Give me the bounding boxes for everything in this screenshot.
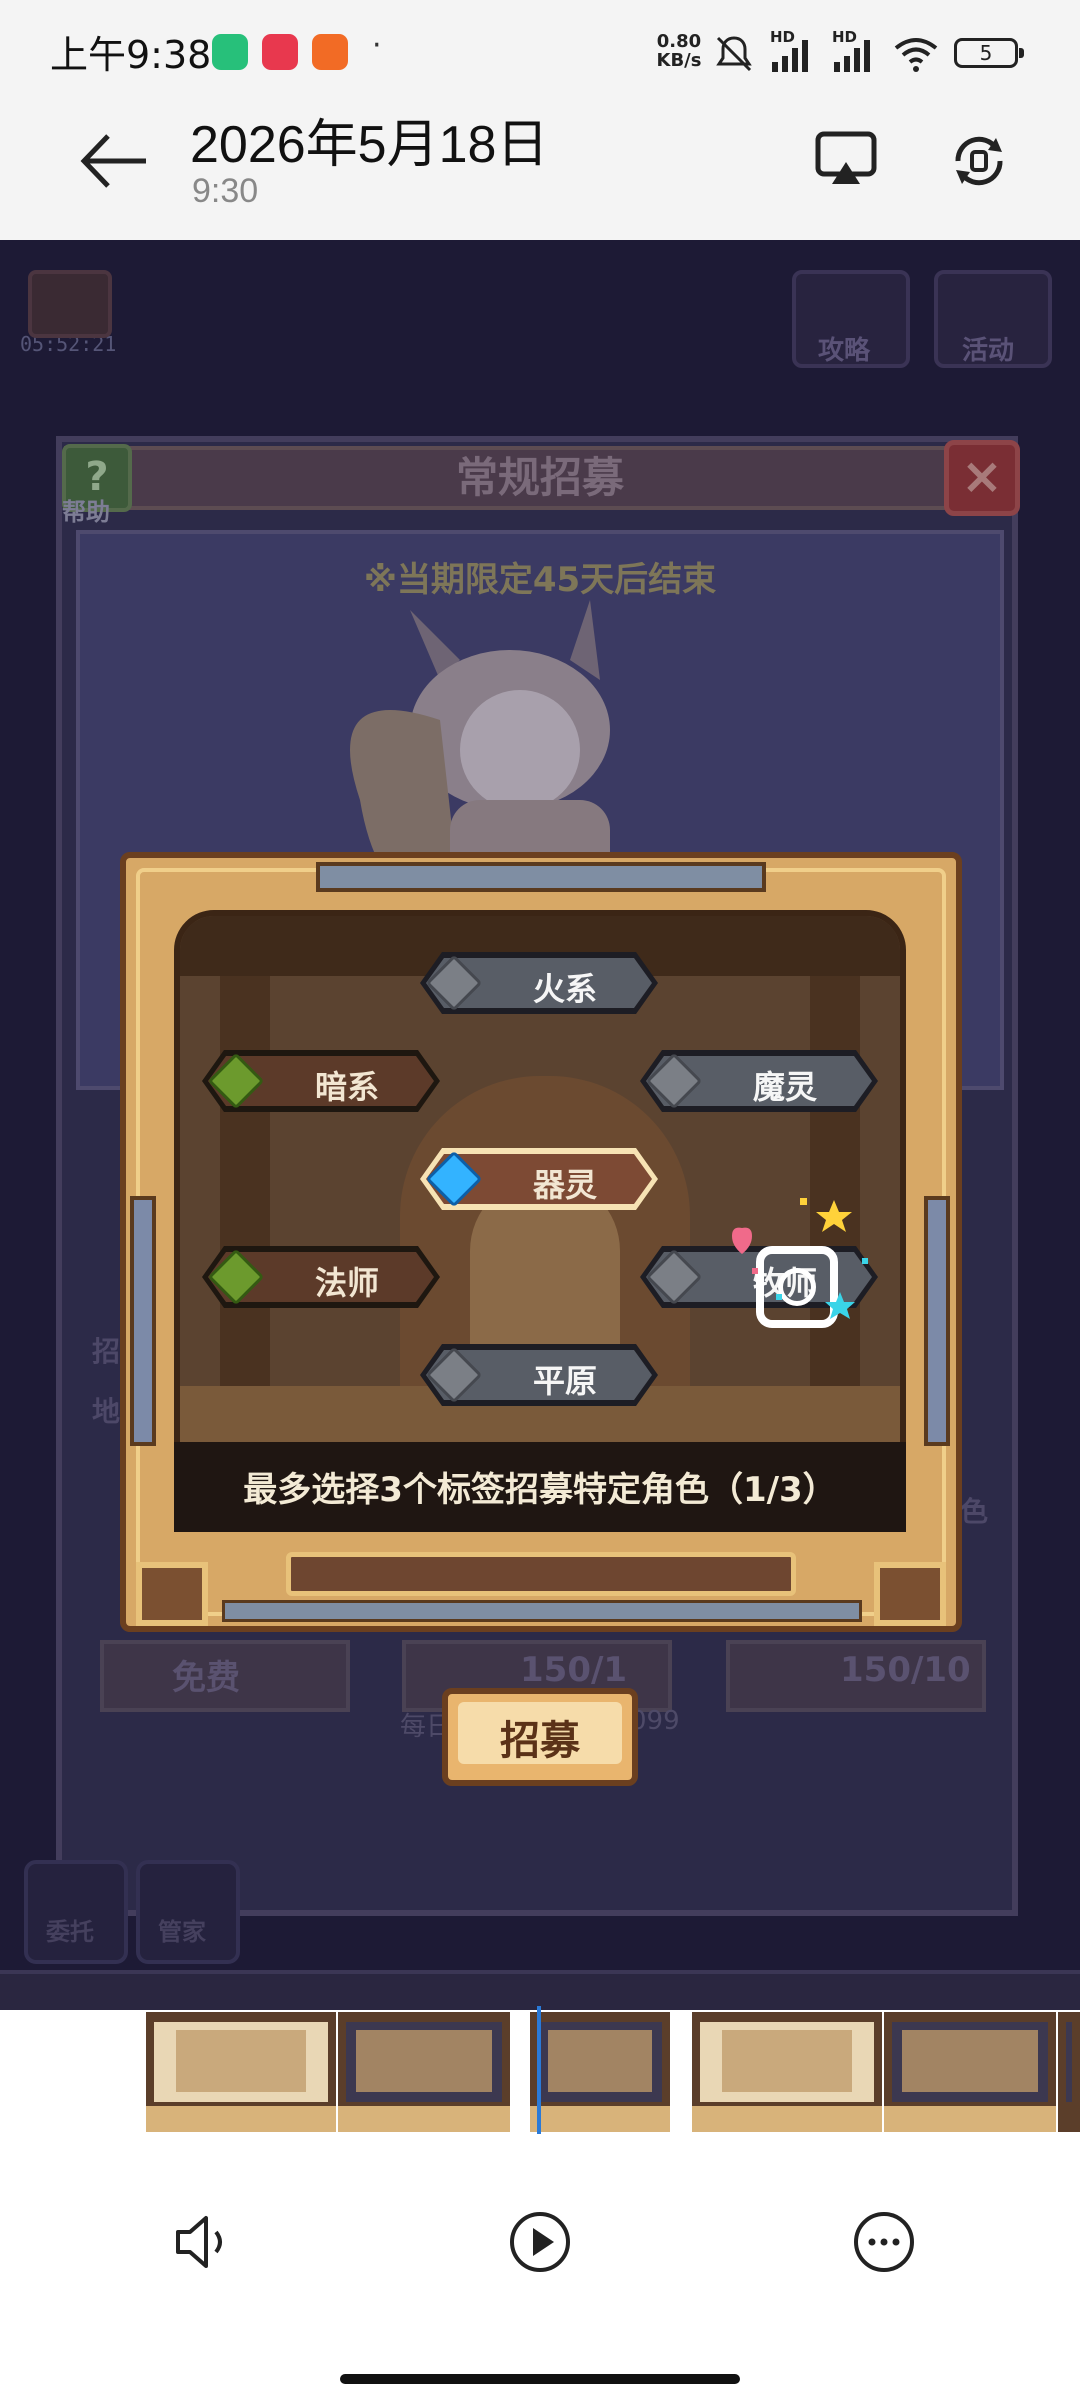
battery-icon: 5 [954, 38, 1024, 68]
security-app-icon [212, 34, 248, 70]
tag-fire-label: 火系 [532, 970, 597, 1008]
back-button[interactable] [76, 130, 152, 192]
tag-spirit[interactable]: 魔灵 [640, 1050, 878, 1112]
tag-mage-label: 法师 [314, 1264, 379, 1302]
sparkle-icon [732, 1198, 868, 1319]
tag-dark[interactable]: 暗系 [202, 1050, 440, 1112]
more-icon [854, 2212, 914, 2272]
viewer-header: 2026年5月18日 9:30 [0, 100, 1080, 240]
event-label: 活动 [962, 336, 1015, 366]
commission-label: 委托 [46, 1918, 94, 1946]
dialog-top-ornament [316, 862, 766, 892]
status-time: 上午9:38 [50, 33, 212, 77]
playhead[interactable] [537, 2006, 541, 2134]
dialog-left-pillar [130, 1196, 156, 1446]
dialog-bottom-ornament [222, 1600, 862, 1622]
dialog-corner-left [136, 1562, 208, 1626]
guide-label: 攻略 [818, 336, 871, 366]
side-label-2: 地 [92, 1395, 121, 1428]
close-button[interactable]: × [944, 440, 1020, 516]
more-button[interactable] [852, 2210, 916, 2274]
dialog-corner-right [874, 1562, 946, 1626]
tag-fire[interactable]: 火系 [420, 952, 658, 1014]
network-speed-value: 0.80 [656, 31, 702, 52]
shopping-app-icon [262, 34, 298, 70]
wifi-icon [894, 38, 938, 72]
volume-icon [176, 2216, 222, 2268]
tag-select-prompt: 最多选择3个标签招募特定角色（1/3） [243, 1470, 837, 1510]
play-icon [510, 2212, 570, 2272]
frame-thumbnail [692, 2012, 882, 2132]
frame-thumbnail [1058, 2012, 1080, 2132]
tag-dark-label: 暗系 [314, 1068, 379, 1106]
status-bar: 上午9:38 · 0.80 KB/s HD HD 5 [0, 0, 1080, 100]
more-notifications-dot: · [372, 28, 382, 63]
tag-spirit-label: 魔灵 [752, 1068, 817, 1106]
network-speed: 0.80 KB/s [652, 32, 706, 70]
cast-button[interactable] [814, 128, 878, 192]
mute-icon [716, 36, 752, 72]
dialog-bottom-bar [286, 1552, 796, 1596]
signal-icon-2 [834, 40, 870, 72]
network-speed-unit: KB/s [656, 50, 702, 71]
recruit-button-label: 招募 [500, 1718, 580, 1764]
side-label-3: 色 [960, 1495, 989, 1528]
recruit-panel-title: 常规招募 [455, 453, 624, 502]
media-date-title: 2026年5月18日 [190, 116, 549, 174]
dialog-right-pillar [924, 1196, 950, 1446]
arrow-left-icon [80, 134, 146, 188]
signal-icon-1 [772, 40, 808, 72]
frame-thumbnail [884, 2012, 1056, 2132]
video-app-icon [312, 34, 348, 70]
play-button[interactable] [508, 2210, 572, 2274]
tag-artifact-label: 器灵 [532, 1166, 597, 1204]
tag-artifact-selected[interactable]: 器灵 [420, 1148, 658, 1210]
single-recruit-cost: 150/1 [520, 1650, 628, 1690]
side-label-1: 招 [92, 1335, 121, 1368]
media-time-subtitle: 9:30 [192, 172, 259, 210]
limited-time-notice: ※当期限定45天后结束 [363, 560, 717, 600]
game-screenshot[interactable]: 05:52:21 攻略 活动 常规招募 ? 帮助 × ※当期限定45天后结束 招… [0, 240, 1080, 2010]
volume-button[interactable] [172, 2210, 236, 2274]
frame-thumbnail [338, 2012, 510, 2132]
frame-thumbnail [530, 2012, 670, 2132]
bottom-menu-bar [0, 1970, 1080, 2010]
tag-plains-label: 平原 [532, 1362, 597, 1400]
help-label: 帮助 [62, 498, 110, 526]
screen-cast-icon [815, 131, 877, 184]
free-recruit-label: 免费 [172, 1658, 240, 1698]
tag-mage[interactable]: 法师 [202, 1246, 440, 1308]
gift-icon [28, 270, 112, 338]
home-indicator[interactable] [340, 2374, 740, 2384]
frame-thumbnail [146, 2012, 336, 2132]
butler-label: 管家 [158, 1918, 206, 1946]
ten-recruit-cost: 150/10 [840, 1650, 971, 1690]
tag-plains[interactable]: 平原 [420, 1344, 658, 1406]
rotate-button[interactable] [948, 130, 1010, 192]
rotate-icon [955, 136, 1003, 186]
